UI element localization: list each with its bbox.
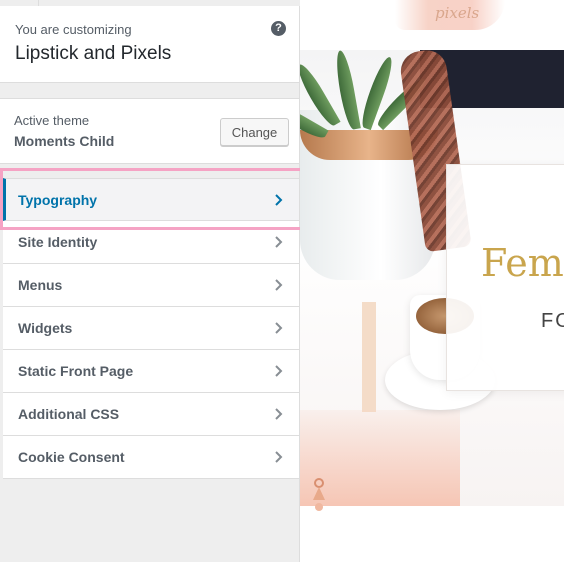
hero-heading: Fem (481, 241, 564, 285)
chevron-right-icon (275, 279, 283, 291)
hero-image: Fem FO (300, 47, 564, 511)
active-theme-label: Active theme (14, 113, 90, 128)
section-label: Site Identity (18, 234, 98, 250)
theme-name: Moments Child (14, 133, 115, 149)
chevron-right-icon (275, 451, 283, 463)
chevron-right-icon (275, 236, 283, 248)
section-cookie-consent[interactable]: Cookie Consent (3, 436, 299, 479)
hero-subheading: FO (541, 310, 564, 332)
book-spine (362, 302, 376, 412)
section-menus[interactable]: Menus (3, 264, 299, 307)
chevron-right-icon (275, 408, 283, 420)
section-label: Cookie Consent (18, 449, 125, 465)
section-label: Static Front Page (18, 363, 134, 379)
site-title: Lipstick and Pixels (15, 43, 172, 64)
section-label: Widgets (18, 320, 73, 336)
customizing-label: You are customizing (15, 22, 132, 37)
section-site-identity[interactable]: Site Identity (3, 221, 299, 264)
change-theme-button[interactable]: Change (220, 118, 289, 146)
hero-text-card: Fem FO (446, 164, 564, 391)
section-static-front-page[interactable]: Static Front Page (3, 350, 299, 393)
chevron-right-icon (275, 322, 283, 334)
customizer-sections-list: Typography Site Identity Menus Widgets S… (3, 178, 299, 479)
chevron-right-icon (275, 194, 283, 206)
section-widgets[interactable]: Widgets (3, 307, 299, 350)
help-icon[interactable]: ? (271, 21, 286, 36)
section-label: Typography (18, 192, 98, 208)
section-label: Menus (18, 277, 63, 293)
customizer-info-panel: You are customizing Lipstick and Pixels … (0, 6, 299, 83)
customizer-sidebar: You are customizing Lipstick and Pixels … (0, 0, 300, 562)
section-typography[interactable]: Typography (3, 178, 299, 221)
site-preview[interactable]: pixels Fem FO (300, 0, 564, 562)
section-additional-css[interactable]: Additional CSS (3, 393, 299, 436)
active-theme-panel: Active theme Moments Child Change (0, 98, 299, 164)
section-label: Additional CSS (18, 406, 120, 422)
earring-decoration (313, 478, 325, 511)
site-logo-text[interactable]: pixels (435, 4, 479, 22)
chevron-right-icon (275, 365, 283, 377)
